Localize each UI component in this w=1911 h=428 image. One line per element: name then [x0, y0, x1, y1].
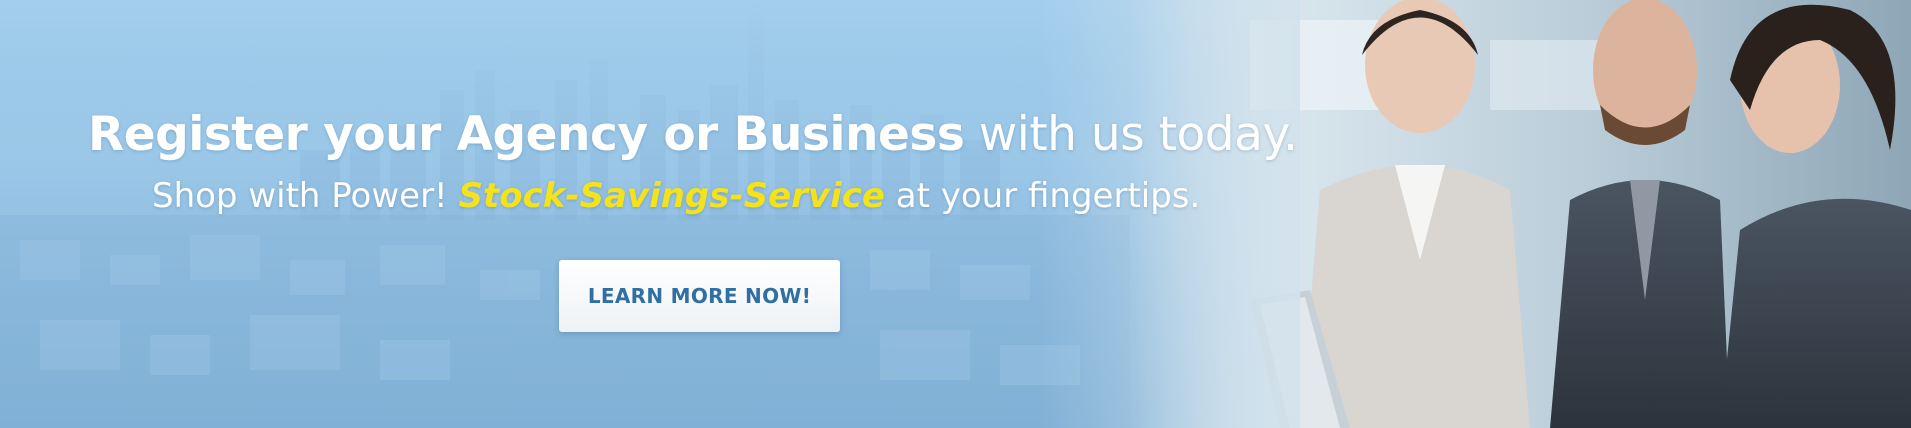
- headline-emphasis: Register your Agency or Business: [88, 107, 965, 162]
- subline-tail: at your fingertips.: [884, 176, 1201, 216]
- subline-lead: Shop with Power!: [152, 176, 459, 216]
- subline-accent: Stock-Savings-Service: [458, 176, 885, 216]
- learn-more-button[interactable]: LEARN MORE NOW!: [559, 260, 840, 332]
- banner-subheadline: Shop with Power! Stock-Savings-Service a…: [152, 172, 1272, 220]
- hero-banner: Register your Agency or Business with us…: [0, 0, 1911, 428]
- banner-headline: Register your Agency or Business with us…: [88, 104, 1298, 166]
- headline-rest: with us today.: [964, 107, 1298, 162]
